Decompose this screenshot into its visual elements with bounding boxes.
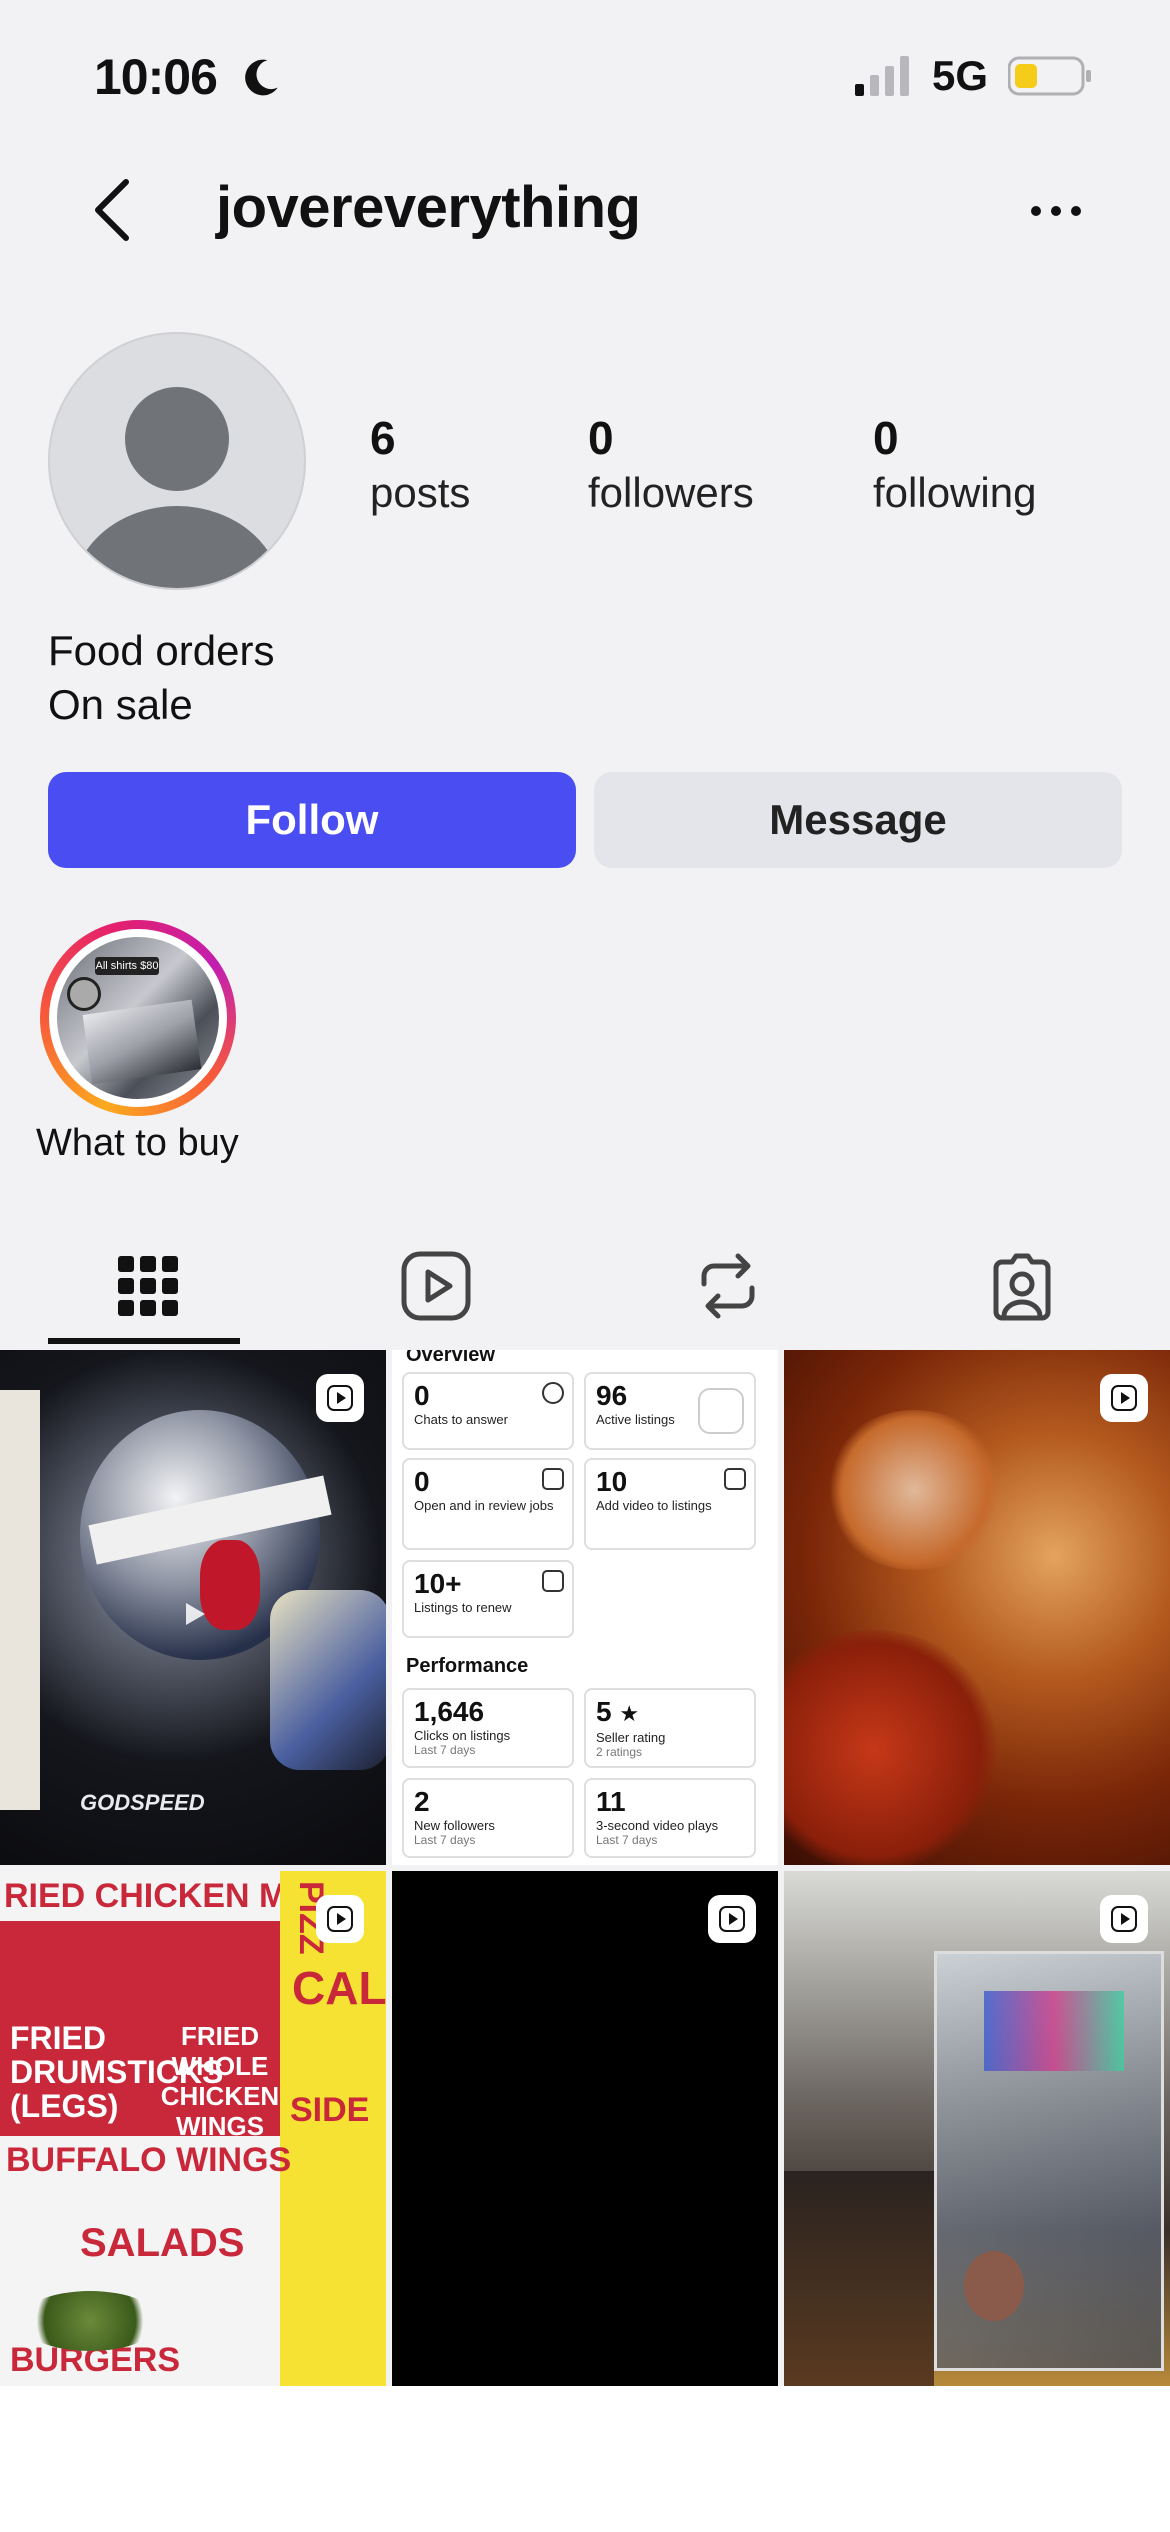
- post-thumbnail[interactable]: Overview 0 Chats to answer 96 Active lis…: [392, 1350, 778, 1865]
- post-thumbnail[interactable]: [392, 1871, 778, 2386]
- renew-icon: [542, 1570, 564, 1592]
- highlight-thumbnail: All shirts $80: [57, 937, 219, 1099]
- performance-card: 1,646 Clicks on listings Last 7 days: [402, 1688, 574, 1768]
- reel-badge-icon: [1100, 1895, 1148, 1943]
- overview-heading: Overview: [406, 1350, 495, 1366]
- chat-icon: [542, 1382, 564, 1404]
- active-tab-indicator: [48, 1338, 240, 1344]
- message-button[interactable]: Message: [594, 772, 1122, 868]
- followers-stat[interactable]: 0 followers: [588, 410, 754, 520]
- following-count: 0: [873, 412, 899, 464]
- more-options-icon[interactable]: [1026, 196, 1086, 226]
- overview-card: 10+ Listings to renew: [402, 1560, 574, 1638]
- network-label: 5G: [932, 52, 989, 99]
- video-icon: [724, 1468, 746, 1490]
- default-avatar-icon: [72, 387, 282, 588]
- status-bar: 10:06 5G: [0, 0, 1170, 150]
- overview-card: 10 Add video to listings: [584, 1458, 756, 1550]
- posts-stat[interactable]: 6 posts: [370, 410, 470, 520]
- logo-icon: [67, 977, 101, 1011]
- briefcase-icon: [542, 1468, 564, 1490]
- overview-card: 0 Chats to answer: [402, 1372, 574, 1450]
- performance-card: 5 ★ Seller rating 2 ratings: [584, 1688, 756, 1768]
- followers-label: followers: [588, 469, 754, 516]
- reel-badge-icon: [316, 1895, 364, 1943]
- shirt-print-text: GODSPEED: [80, 1790, 205, 1815]
- reel-badge-icon: [1100, 1374, 1148, 1422]
- chevron-left-icon: [698, 1388, 744, 1434]
- star-icon: ★: [619, 1701, 640, 1726]
- post-thumbnail[interactable]: GODSPEED: [0, 1350, 386, 1865]
- profile-username: jovereverything: [216, 175, 641, 240]
- signal-icon: [855, 56, 909, 96]
- tagged-icon[interactable]: [984, 1248, 1060, 1324]
- overview-card: 96 Active listings: [584, 1372, 756, 1450]
- reels-icon[interactable]: [398, 1248, 474, 1324]
- highlight-label: What to buy: [36, 1122, 239, 1164]
- performance-card: 2 New followers Last 7 days: [402, 1778, 574, 1858]
- performance-heading: Performance: [406, 1655, 529, 1677]
- overview-card: 0 Open and in review jobs: [402, 1458, 574, 1550]
- bio-line: Food orders: [48, 627, 275, 674]
- highlight-badge: All shirts $80: [95, 957, 159, 975]
- profile-header: jovereverything: [0, 160, 1170, 260]
- reel-badge-icon: [316, 1374, 364, 1422]
- story-highlight[interactable]: All shirts $80: [40, 920, 236, 1116]
- post-thumbnail[interactable]: [784, 1350, 1170, 1865]
- reposts-icon[interactable]: [690, 1248, 766, 1324]
- reel-badge-icon: [708, 1895, 756, 1943]
- post-thumbnail[interactable]: [784, 1871, 1170, 2386]
- bottom-area: [0, 2386, 1170, 2532]
- post-thumbnail[interactable]: RIED CHICKEN MIX FRIED DRUMSTICKS (LEGS)…: [0, 1871, 386, 2386]
- status-time: 10:06: [94, 49, 218, 105]
- play-overlay-icon: [186, 1603, 205, 1625]
- following-stat[interactable]: 0 following: [873, 410, 1036, 520]
- back-arrow-icon[interactable]: [86, 174, 138, 246]
- moon-icon: [245, 59, 278, 96]
- bio-line: On sale: [48, 681, 193, 728]
- battery-icon: [1008, 56, 1091, 96]
- following-label: following: [873, 469, 1037, 516]
- profile-bio: Food orders On sale: [48, 624, 274, 732]
- performance-card: 11 3-second video plays Last 7 days: [584, 1778, 756, 1858]
- followers-count: 0: [588, 412, 614, 464]
- content-tabs: [0, 1230, 1170, 1350]
- posts-grid-icon[interactable]: [110, 1248, 186, 1324]
- posts-label: posts: [370, 469, 471, 516]
- avatar[interactable]: [48, 332, 306, 590]
- posts-count: 6: [370, 412, 396, 464]
- follow-button[interactable]: Follow: [48, 772, 576, 868]
